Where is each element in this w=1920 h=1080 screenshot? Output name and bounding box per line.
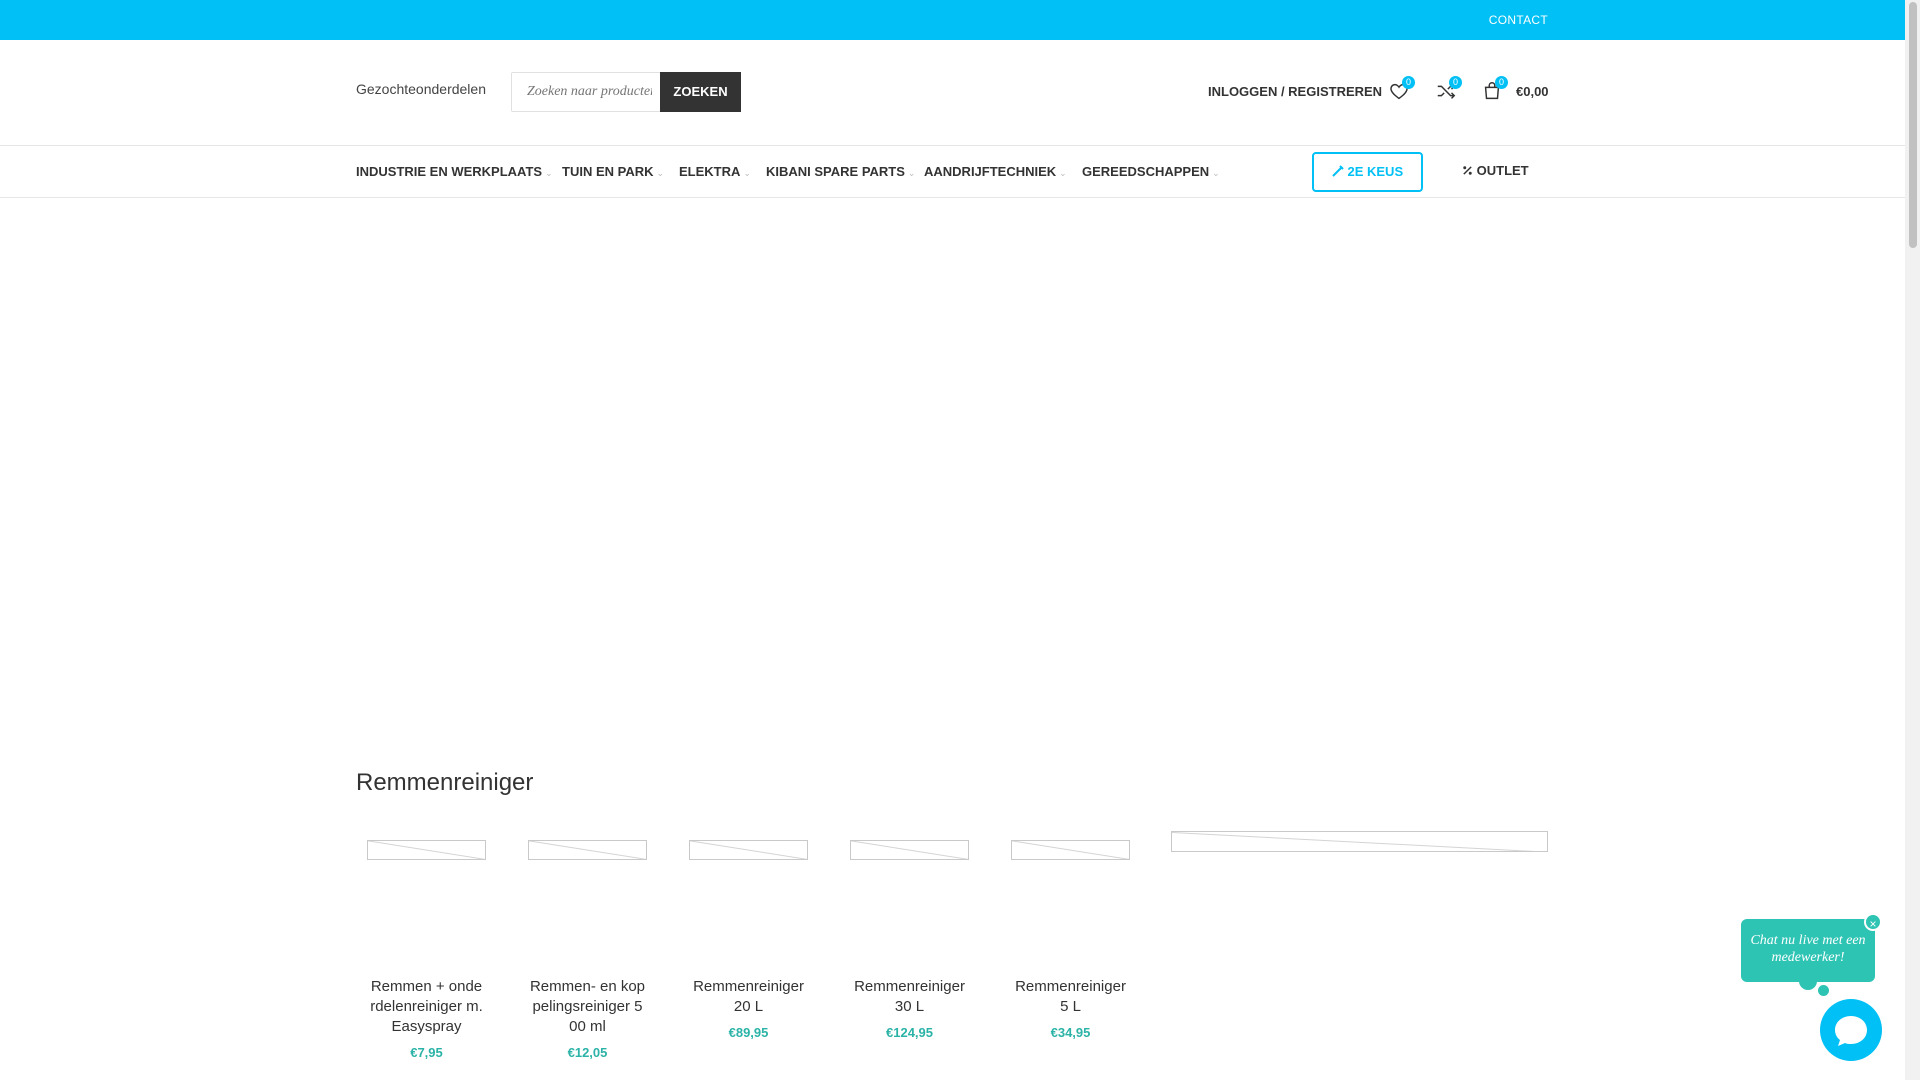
- product-card[interactable]: Remmenreiniger 20 L €89,95: [688, 840, 809, 1040]
- chevron-down-icon: ⌄: [545, 168, 553, 178]
- top-bar: CONTACT: [0, 0, 1905, 40]
- product-price: €12,05: [567, 1045, 608, 1060]
- chat-icon: [1835, 1016, 1867, 1046]
- main-navigation: INDUSTRIE EN WERKPLAATS ⌄ TUIN EN PARK ⌄ E…: [0, 145, 1905, 198]
- nav-item-industrie[interactable]: INDUSTRIE EN WERKPLAATS ⌄: [356, 164, 553, 179]
- chat-close-button[interactable]: ×: [1864, 913, 1882, 931]
- chevron-down-icon: ⌄: [743, 168, 751, 178]
- site-logo[interactable]: Gezochteonderdelen: [356, 81, 486, 97]
- second-choice-button[interactable]: 2E KEUS: [1312, 152, 1423, 192]
- chevron-down-icon: ⌄: [907, 168, 916, 178]
- contact-link[interactable]: CONTACT: [1489, 13, 1548, 27]
- product-name[interactable]: Remmenreiniger 20 L: [691, 977, 807, 1017]
- cart-button[interactable]: 0: [1481, 76, 1508, 102]
- promo-banner-image[interactable]: [1171, 831, 1548, 852]
- scrollbar-thumb[interactable]: [1909, 2, 1917, 248]
- product-name[interactable]: Remmenreiniger 30 L: [852, 977, 968, 1017]
- product-price: €124,95: [886, 1025, 933, 1040]
- nav-item-label: TUIN EN PARK: [562, 164, 654, 179]
- nav-item-elektra[interactable]: ELEKTRA ⌄: [679, 164, 751, 179]
- chat-bubble-tail: [1799, 972, 1817, 990]
- nav-item-aandrijftechniek[interactable]: AANDRIJFTECHNIEK ⌄: [924, 164, 1067, 179]
- chevron-down-icon: ⌄: [656, 168, 665, 178]
- section-title: Remmenreiniger: [356, 769, 534, 796]
- search-button[interactable]: ZOEKEN: [660, 72, 741, 112]
- product-card[interactable]: Remmen + onderdelenreiniger m. Easyspray…: [366, 840, 487, 1060]
- nav-item-label: ELEKTRA: [679, 164, 741, 179]
- wishlist-count-badge: 0: [1402, 76, 1415, 89]
- product-name[interactable]: Remmen + onderdelenreiniger m. Easyspray: [369, 977, 485, 1037]
- product-price: €7,95: [410, 1045, 443, 1060]
- search-input[interactable]: [512, 73, 652, 111]
- chat-launcher-button[interactable]: [1820, 999, 1882, 1061]
- header: Gezochteonderdelen ZOEKEN INLOGGEN / REG…: [0, 40, 1905, 145]
- product-card[interactable]: Remmenreiniger 30 L €124,95: [849, 840, 970, 1040]
- nav-item-label: INDUSTRIE EN WERKPLAATS: [356, 164, 543, 179]
- percent-icon: [1463, 166, 1472, 175]
- product-price: €34,95: [1050, 1025, 1091, 1040]
- outlet-link[interactable]: OUTLET: [1462, 163, 1529, 178]
- nav-item-label: KIBANI SPARE PARTS: [766, 164, 905, 179]
- wishlist-button[interactable]: 0: [1388, 76, 1415, 102]
- login-register-link[interactable]: INLOGGEN / REGISTREREN: [1208, 84, 1382, 99]
- product-image[interactable]: [1011, 840, 1130, 860]
- product-card[interactable]: Remmenreiniger 5 L €34,95: [1010, 840, 1131, 1040]
- nav-item-tuin[interactable]: TUIN EN PARK ⌄: [562, 164, 664, 179]
- page-scrollbar[interactable]: [1905, 0, 1920, 1080]
- product-image[interactable]: [367, 840, 486, 860]
- cart-total[interactable]: €0,00: [1516, 84, 1549, 99]
- search-box: [511, 72, 661, 112]
- chat-bubble-tail-small: [1818, 985, 1829, 996]
- product-image[interactable]: [689, 840, 808, 860]
- product-image[interactable]: [528, 840, 647, 860]
- product-image[interactable]: [850, 840, 969, 860]
- nav-item-label: AANDRIJFTECHNIEK: [924, 164, 1057, 179]
- chevron-down-icon: ⌄: [1212, 168, 1220, 178]
- product-name[interactable]: Remmenreiniger 5 L: [1013, 977, 1129, 1017]
- second-choice-label: 2E KEUS: [1347, 164, 1404, 179]
- compare-count-badge: 0: [1449, 76, 1462, 89]
- outlet-label: OUTLET: [1476, 163, 1529, 178]
- wand-icon: [1332, 165, 1344, 177]
- compare-button[interactable]: 0: [1435, 76, 1462, 102]
- chevron-down-icon: ⌄: [1059, 168, 1067, 178]
- cart-count-badge: 0: [1495, 76, 1508, 89]
- nav-item-gereedschappen[interactable]: GEREEDSCHAPPEN ⌄: [1082, 164, 1220, 179]
- product-price: €89,95: [728, 1025, 769, 1040]
- product-name[interactable]: Remmen- en koppelingsreiniger 500 ml: [530, 977, 646, 1037]
- nav-item-label: GEREEDSCHAPPEN: [1082, 164, 1210, 179]
- product-card[interactable]: Remmen- en koppelingsreiniger 500 ml €12…: [527, 840, 648, 1060]
- nav-item-kibani[interactable]: KIBANI SPARE PARTS ⌄: [766, 164, 915, 179]
